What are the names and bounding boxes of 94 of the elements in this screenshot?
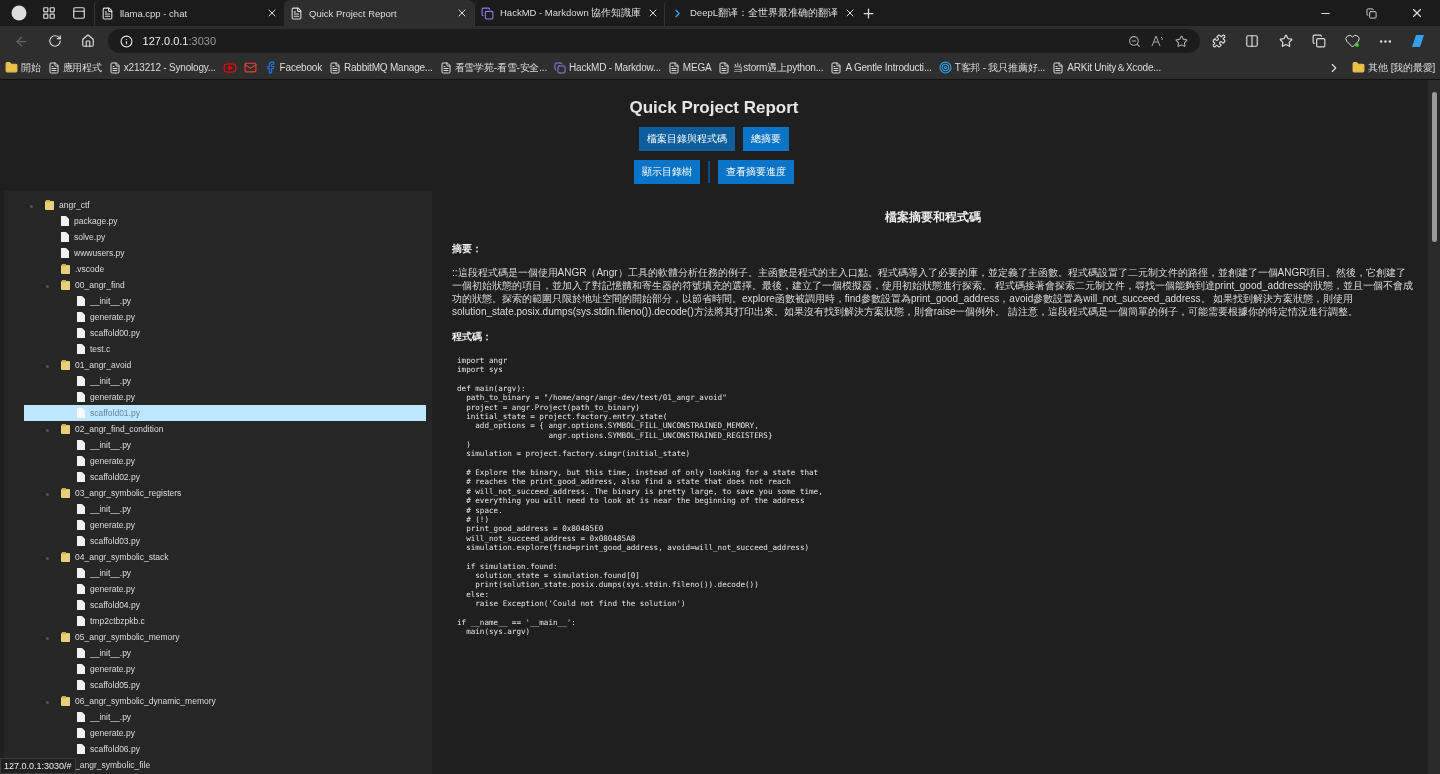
file-name: __init__.py bbox=[90, 712, 132, 722]
bookmark[interactable]: ARKit Unity＆Xcode... bbox=[1049, 60, 1164, 75]
nav-button[interactable]: 總摘要 bbox=[743, 127, 789, 151]
tree-item[interactable]: __init__.py bbox=[24, 709, 426, 725]
tree-item[interactable]: scaffold06.py bbox=[24, 741, 426, 757]
file-name: __init__.py bbox=[90, 296, 132, 306]
tree-item[interactable]: .vscode bbox=[24, 261, 426, 277]
tree-item[interactable]: generate.py bbox=[24, 581, 426, 597]
tree-item[interactable]: __init__.py bbox=[24, 645, 426, 661]
browser-tab[interactable]: Quick Project Report bbox=[284, 0, 474, 26]
tree-item[interactable]: __init__.py bbox=[24, 437, 426, 453]
file-name: package.py bbox=[74, 216, 118, 226]
bookmark-folder[interactable]: 其他 [我的最愛] bbox=[1349, 60, 1438, 75]
tree-item[interactable]: __init__.py bbox=[24, 373, 426, 389]
tree-item[interactable]: scaffold00.py bbox=[24, 325, 426, 341]
bookmark[interactable]: T客邦 - 我只推薦好... bbox=[935, 60, 1049, 75]
tree-item[interactable]: test.c bbox=[24, 341, 426, 357]
file-name: generate.py bbox=[90, 312, 135, 322]
file-name: generate.py bbox=[90, 664, 135, 674]
tree-item[interactable]: generate.py bbox=[24, 389, 426, 405]
address-field[interactable]: 127.0.0.1:3030 bbox=[107, 29, 1200, 53]
tree-item[interactable]: scaffold04.py bbox=[24, 597, 426, 613]
bookmark[interactable]: 当storm遇上python... bbox=[715, 60, 827, 75]
section-heading: 檔案摘要和程式碼 bbox=[884, 209, 982, 226]
file-name: scaffold02.py bbox=[90, 472, 140, 482]
file-name: angr_ctf bbox=[59, 200, 90, 210]
file-name: generate.py bbox=[90, 456, 135, 466]
tree-item[interactable]: 05_angr_symbolic_memory bbox=[24, 629, 426, 645]
status-url-tooltip: 127.0.0.1:3030/# bbox=[0, 758, 76, 774]
nav-button[interactable]: 顯示目錄樹 bbox=[634, 160, 700, 184]
page-title: Quick Project Report bbox=[629, 98, 799, 118]
bookmark[interactable]: HackMD - Markdow... bbox=[551, 61, 664, 74]
file-name: 05_angr_symbolic_memory bbox=[75, 632, 180, 642]
tree-item[interactable]: __init__.py bbox=[24, 565, 426, 581]
tree-item[interactable]: scaffold05.py bbox=[24, 677, 426, 693]
file-name: generate.py bbox=[90, 392, 135, 402]
bookmark[interactable]: RabbitMQ Manage... bbox=[325, 61, 436, 74]
file-name: 03_angr_symbolic_registers bbox=[75, 488, 182, 498]
tree-item[interactable]: __init__.py bbox=[24, 293, 426, 309]
file-name: scaffold06.py bbox=[90, 744, 140, 754]
file-name: .vscode bbox=[75, 264, 105, 274]
bookmark[interactable]: x213212 - Synology... bbox=[105, 61, 219, 74]
bookmark[interactable]: 應用程式 bbox=[44, 60, 105, 75]
file-name: 04_angr_symbolic_stack bbox=[75, 552, 169, 562]
tree-item[interactable]: package.py bbox=[24, 213, 426, 229]
bookmark[interactable]: A Gentle Introducti... bbox=[827, 61, 935, 74]
file-name: __init__.py bbox=[90, 648, 132, 658]
tree-item[interactable]: 02_angr_find_condition bbox=[24, 421, 426, 437]
tree-item[interactable]: 00_angr_find bbox=[24, 277, 426, 293]
tree-item[interactable]: generate.py bbox=[24, 453, 426, 469]
tree-item[interactable]: wwwusers.py bbox=[24, 245, 426, 261]
bookmark[interactable]: 開始 bbox=[2, 60, 44, 75]
file-name: __init__.py bbox=[90, 568, 132, 578]
file-name: tmp2ctbzpkb.c bbox=[90, 616, 145, 626]
file-name: generate.py bbox=[90, 728, 135, 738]
nav-button[interactable]: 檔案目錄與程式碼 bbox=[639, 127, 735, 151]
file-name: scaffold05.py bbox=[90, 680, 140, 690]
tree-item[interactable]: generate.py bbox=[24, 725, 426, 741]
tree-item[interactable]: solve.py bbox=[24, 229, 426, 245]
tree-item[interactable]: generate.py bbox=[24, 309, 426, 325]
nav-button[interactable]: 查看摘要進度 bbox=[718, 160, 794, 184]
summary-label: 摘要： bbox=[452, 242, 483, 256]
tree-item[interactable]: __init__.py bbox=[24, 501, 426, 517]
file-name: generate.py bbox=[90, 520, 135, 530]
file-name: scaffold01.py bbox=[90, 408, 140, 418]
file-name: 02_angr_find_condition bbox=[75, 424, 164, 434]
tree-item[interactable]: scaffold03.py bbox=[24, 533, 426, 549]
file-name: 00_angr_find bbox=[75, 280, 125, 290]
tree-item[interactable]: angr_ctf bbox=[24, 197, 426, 213]
file-name: test.c bbox=[90, 344, 111, 354]
file-name: __init__.py bbox=[90, 504, 132, 514]
bookmark[interactable]: MEGA bbox=[664, 61, 715, 74]
tree-item[interactable]: 06_angr_symbolic_dynamic_memory bbox=[24, 693, 426, 709]
tree-item[interactable]: generate.py bbox=[24, 661, 426, 677]
file-name: scaffold00.py bbox=[90, 328, 140, 338]
code-label: 程式碼： bbox=[452, 330, 493, 344]
tree-item[interactable]: scaffold02.py bbox=[24, 469, 426, 485]
bookmark[interactable]: Facebook bbox=[260, 61, 325, 74]
bookmark[interactable]: 看雪学苑-看雪-安全... bbox=[436, 60, 550, 75]
file-name: 06_angr_symbolic_dynamic_memory bbox=[75, 696, 216, 706]
tree-item[interactable]: 03_angr_symbolic_registers bbox=[24, 485, 426, 501]
tree-item[interactable]: generate.py bbox=[24, 517, 426, 533]
summary-text: ::這段程式碼是一個使用ANGR（Angr）工具的軟體分析任務的例子。主函數是程式的主入口點。程式碼導入了必要的庫，並定義了主函數。程式碼設置了二元制文件的路徑，並創建了一個ANGR項目。然後，它創建了一個初始狀態的項目，並加入了對記憶體和寄生器的符號填充的選擇。最後，建立了一個模擬器，使用初始狀態進行探索。 程式碼接著會探索二元制文件，尋找一個能夠到達print_good_address的狀態，並且一個不會成功的狀態。探索的範圍只限於地址空間的開始部分，以節省時間。explore函數被調用時，find參數設置為print_good_address，avoid參數設置為will_not_succeed_address。 如果找到解決方案狀態，則使用solution_state.posix.dumps(sys.stdin.fileno()).decode()方法將其打印出來。如果沒有找到解決方案狀態，則會raise一個例外。 請注意，這段程式碼是一個簡單的例子，可能需要根據你的特定情況進行調整。 bbox=[452, 266, 1414, 318]
tree-item[interactable]: tmp2ctbzpkb.c bbox=[24, 613, 426, 629]
file-name: solve.py bbox=[74, 232, 106, 242]
tree-item[interactable]: 01_angr_avoid bbox=[24, 357, 426, 373]
file-name: __init__.py bbox=[90, 440, 132, 450]
file-name: generate.py bbox=[90, 584, 135, 594]
file-name: __init__.py bbox=[90, 376, 132, 386]
file-name: scaffold04.py bbox=[90, 600, 140, 610]
file-name: scaffold03.py bbox=[90, 536, 140, 546]
file-name: wwwusers.py bbox=[74, 248, 125, 258]
tree-item[interactable]: 04_angr_symbolic_stack bbox=[24, 549, 426, 565]
file-name: 01_angr_avoid bbox=[75, 360, 132, 370]
